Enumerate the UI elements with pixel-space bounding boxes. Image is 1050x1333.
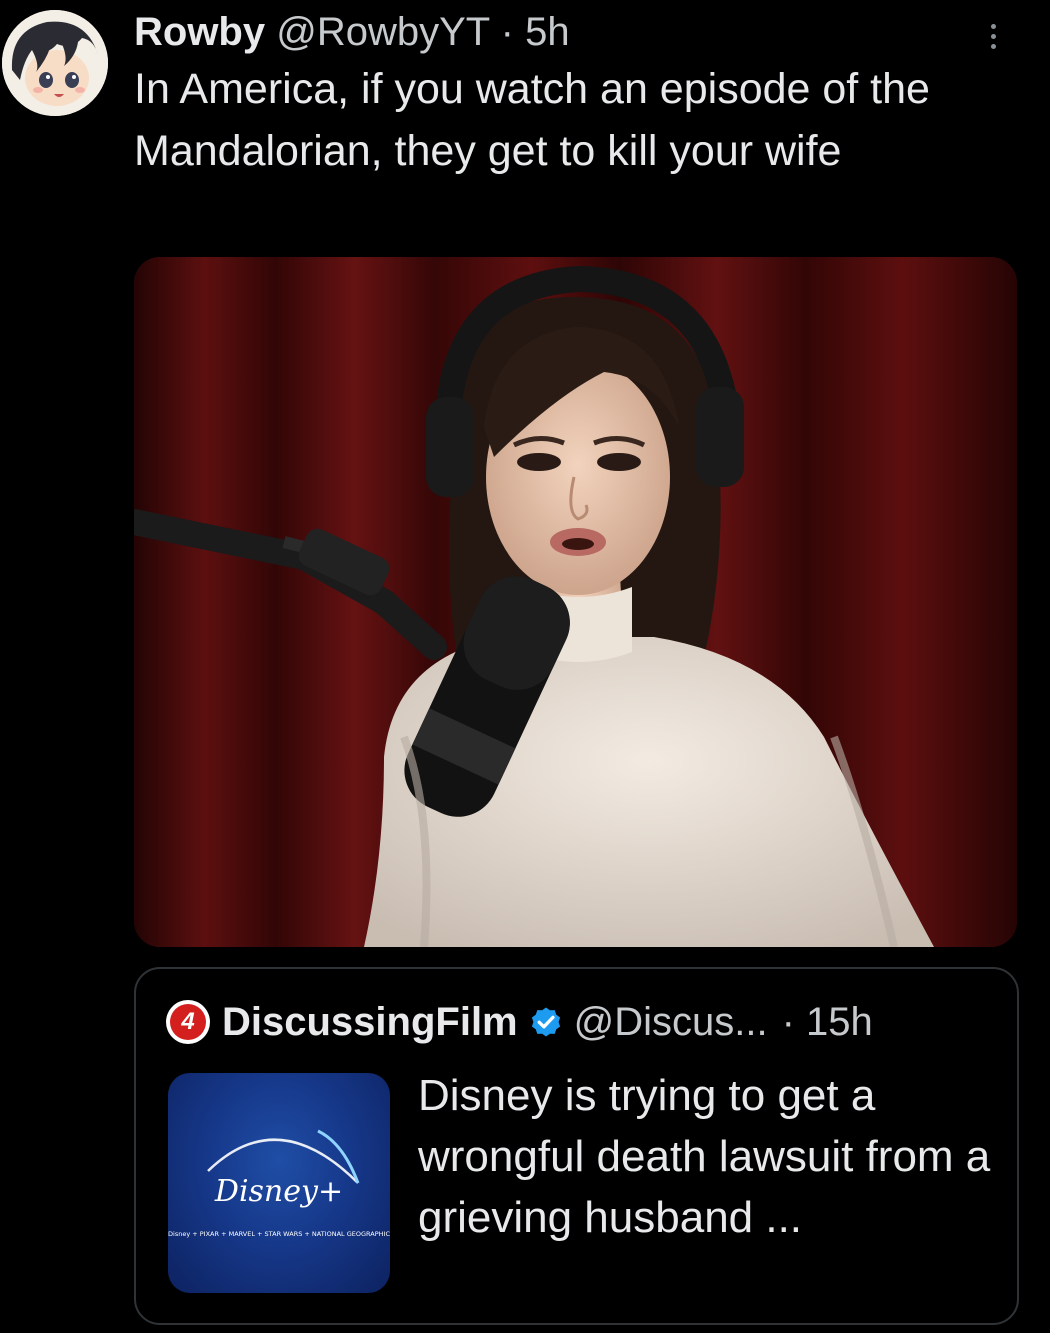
verified-badge-icon — [531, 1007, 560, 1037]
quoted-tweet-text: Disney is trying to get a wrongful death… — [418, 1071, 991, 1242]
more-vertical-icon[interactable] — [978, 16, 1008, 56]
discussingfilm-logo[interactable]: 4 — [166, 1000, 210, 1044]
quoted-tweet-card[interactable]: 4 DiscussingFilm @Discus... · 15h Disney… — [134, 967, 1019, 1325]
disney-plus-logo: Disney+ Disney + PIXAR + MARVEL + STAR W… — [168, 1129, 390, 1238]
author-name[interactable]: Rowby — [134, 10, 265, 54]
author-handle[interactable]: @RowbyYT — [276, 10, 489, 54]
disney-plus-thumbnail[interactable]: Disney+ Disney + PIXAR + MARVEL + STAR W… — [168, 1073, 390, 1293]
tweet-header: Rowby @RowbyYT · 5h — [134, 6, 570, 58]
tweet-text: In America, if you watch an episode of t… — [134, 65, 930, 175]
disney-plus-wordmark: Disney+ — [214, 1174, 343, 1209]
author-avatar[interactable] — [2, 10, 108, 116]
quoted-tweet-time[interactable]: · 15h — [782, 1000, 873, 1045]
quoted-author-handle[interactable]: @Discus... — [574, 1000, 768, 1045]
tweet-time[interactable]: 5h — [525, 10, 570, 54]
tweet-media-photo[interactable] — [134, 257, 1017, 947]
brands-strip: Disney + PIXAR + MARVEL + STAR WARS + NA… — [168, 1230, 390, 1238]
logo-text: 4 — [170, 1004, 206, 1040]
quoted-tweet-header: 4 DiscussingFilm @Discus... · 15h — [166, 995, 873, 1049]
quoted-author-name[interactable]: DiscussingFilm — [222, 1000, 518, 1045]
meta-separator: · — [500, 10, 514, 54]
